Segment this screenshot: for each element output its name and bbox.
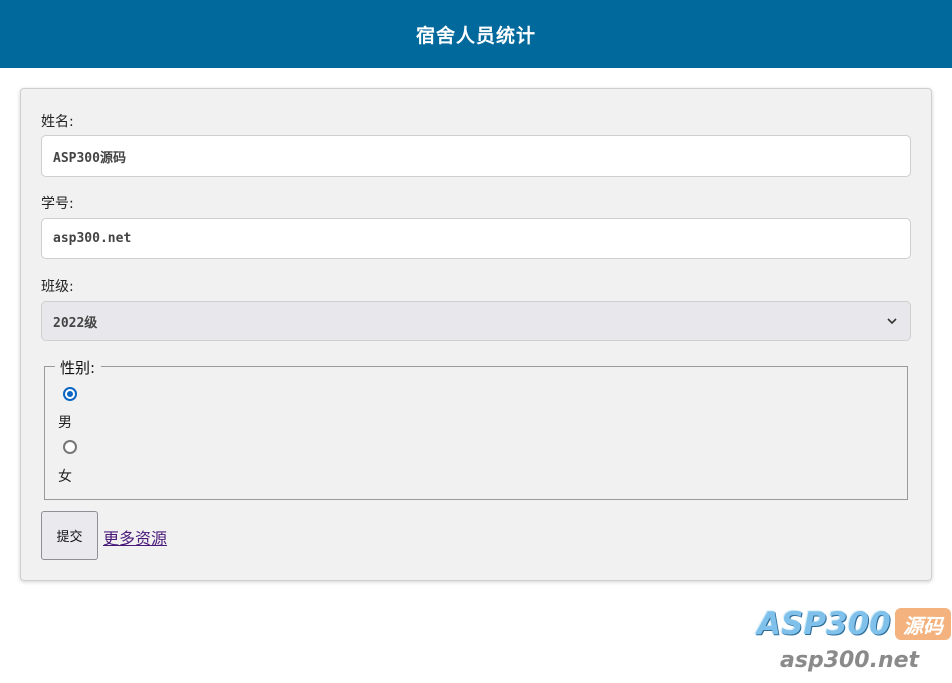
gender-female-label: 女 xyxy=(58,469,72,485)
class-label: 班级: xyxy=(41,279,74,295)
gender-fieldset: 性别: 男 女 xyxy=(44,357,908,500)
watermark-logo-text: ASP300 xyxy=(757,606,891,642)
gender-legend: 性别: xyxy=(55,357,102,378)
watermark-badge: 源码 xyxy=(895,608,951,640)
name-label: 姓名: xyxy=(41,114,74,130)
gender-female-radio[interactable] xyxy=(63,440,77,454)
name-input[interactable] xyxy=(41,135,911,177)
submit-button[interactable]: 提交 xyxy=(41,511,98,560)
chevron-down-icon xyxy=(885,314,899,328)
watermark-url: asp300.net xyxy=(780,648,920,673)
student-id-label: 学号: xyxy=(41,196,74,212)
gender-male-radio[interactable] xyxy=(63,387,77,401)
dorm-form: 姓名: 学号: 班级: 2022级 性别: 男 女 提交 更多资源 xyxy=(20,88,932,581)
page-header: 宿舍人员统计 xyxy=(0,0,952,68)
watermark-logo: ASP300 源码 asp300.net xyxy=(752,604,952,683)
more-resources-link[interactable]: 更多资源 xyxy=(103,525,167,549)
student-id-input[interactable] xyxy=(41,218,911,259)
class-select-value: 2022级 xyxy=(53,315,98,331)
page-title: 宿舍人员统计 xyxy=(415,24,536,47)
class-select[interactable]: 2022级 xyxy=(41,301,911,341)
gender-male-label: 男 xyxy=(58,415,72,431)
